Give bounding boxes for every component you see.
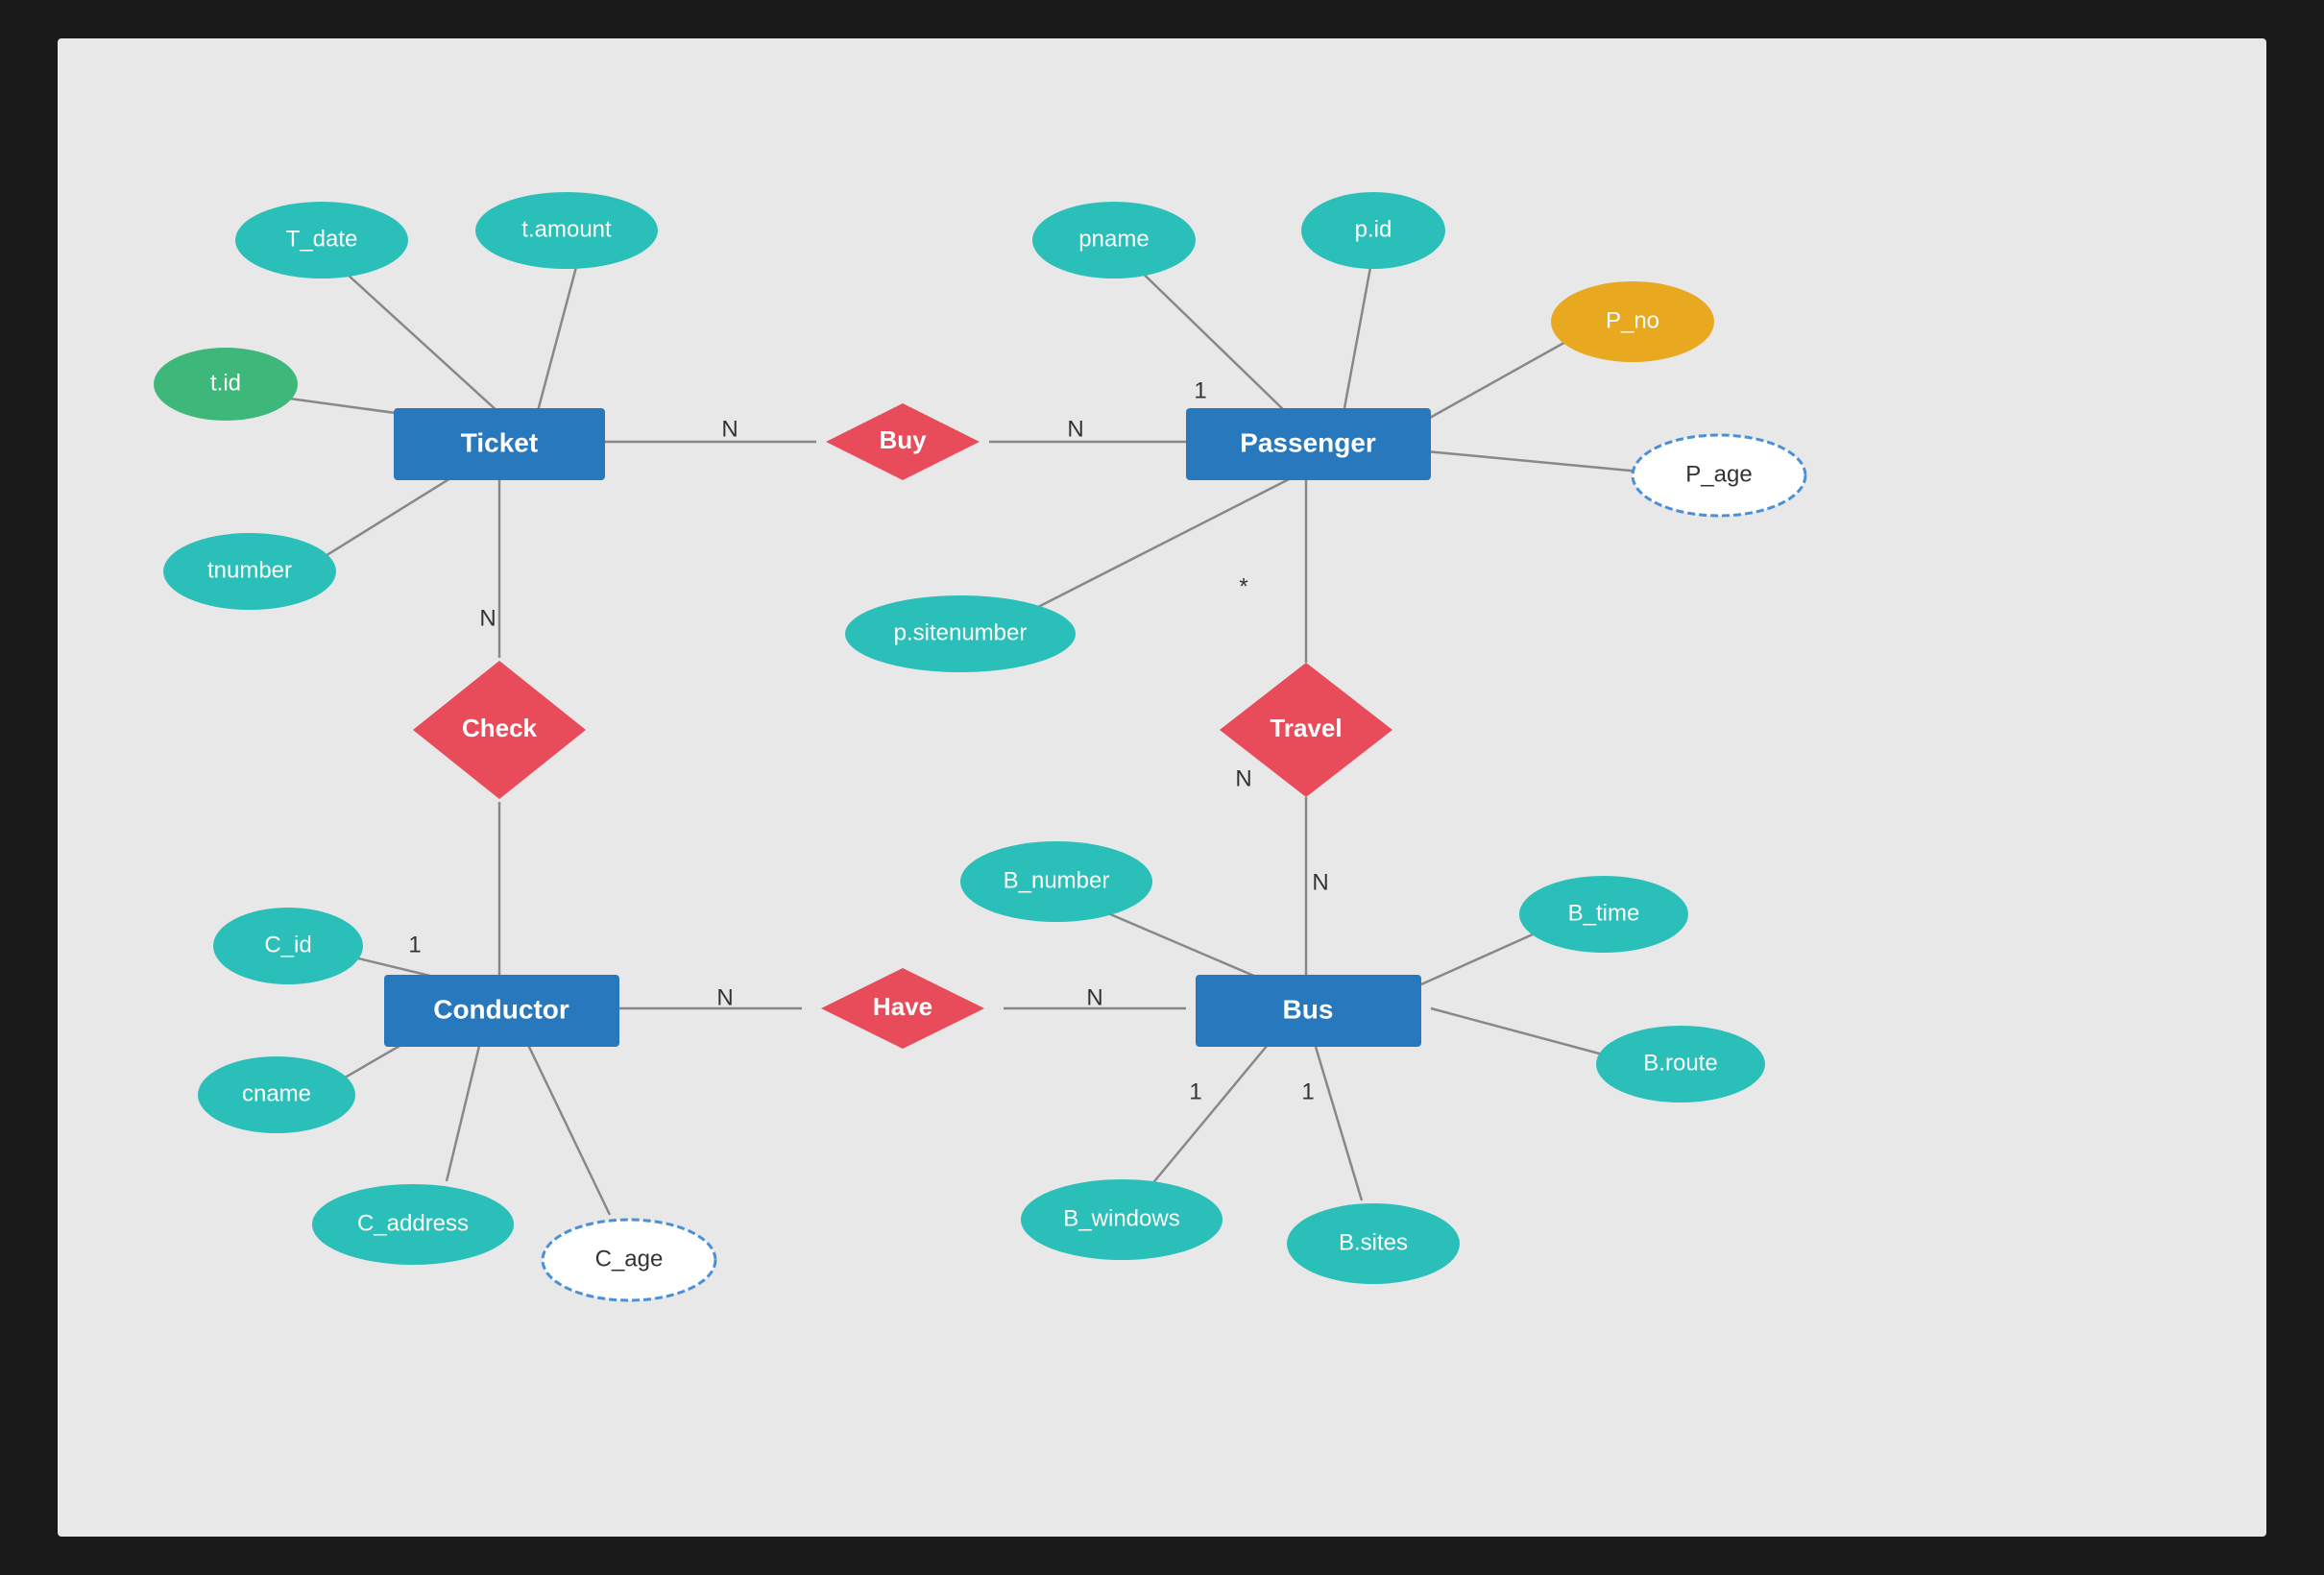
attr-btime-label: B_time	[1568, 900, 1640, 926]
relation-check-label: Check	[462, 714, 538, 742]
relation-have-label: Have	[873, 992, 932, 1021]
attr-pname-label: pname	[1078, 226, 1149, 252]
attr-tamount-label: t.amount	[521, 216, 612, 242]
attr-bsites-label: B.sites	[1339, 1229, 1408, 1255]
entity-conductor-label: Conductor	[433, 994, 569, 1024]
relation-buy-label: Buy	[879, 425, 927, 454]
attr-psitenumber-label: p.sitenumber	[894, 619, 1028, 645]
cardinality-buy-n2: N	[1067, 416, 1083, 442]
cardinality-bus-1: 1	[1189, 1078, 1201, 1104]
attr-tdate-label: T_date	[286, 226, 358, 252]
attr-pid-label: p.id	[1355, 216, 1392, 242]
cardinality-travel-bus-n: N	[1312, 869, 1328, 895]
attr-tnumber-label: tnumber	[207, 557, 292, 583]
attr-caddress-label: C_address	[357, 1210, 469, 1236]
cardinality-check-1: 1	[408, 932, 421, 957]
er-diagram-svg: Ticket Passenger Conductor Bus Buy Check…	[58, 38, 2266, 1537]
relation-travel-label: Travel	[1270, 714, 1342, 742]
attr-bwindows-label: B_windows	[1063, 1205, 1179, 1231]
attr-cname-label: cname	[242, 1080, 311, 1106]
cardinality-passenger-1: 1	[1194, 377, 1206, 403]
cardinality-bus-bottom-1: 1	[1301, 1078, 1314, 1104]
attr-cid-label: C_id	[264, 932, 311, 957]
cardinality-passenger-star: *	[1239, 573, 1247, 599]
entity-bus-label: Bus	[1283, 994, 1334, 1024]
attr-cage-label: C_age	[595, 1246, 664, 1272]
attr-bnumber-label: B_number	[1004, 867, 1110, 893]
attr-pno-label: P_no	[1606, 307, 1659, 333]
cardinality-travel-n: N	[1235, 765, 1251, 791]
attr-broute-label: B.route	[1643, 1050, 1717, 1076]
entity-passenger-label: Passenger	[1240, 427, 1376, 457]
cardinality-have-n2: N	[1086, 984, 1102, 1010]
cardinality-have-n1: N	[716, 984, 733, 1010]
entity-ticket-label: Ticket	[461, 427, 538, 457]
diagram-container: Ticket Passenger Conductor Bus Buy Check…	[58, 38, 2266, 1537]
attr-page-label: P_age	[1685, 461, 1752, 487]
attr-tid-label: t.id	[210, 370, 241, 396]
cardinality-buy-n1: N	[721, 416, 738, 442]
cardinality-check-n: N	[479, 605, 496, 631]
